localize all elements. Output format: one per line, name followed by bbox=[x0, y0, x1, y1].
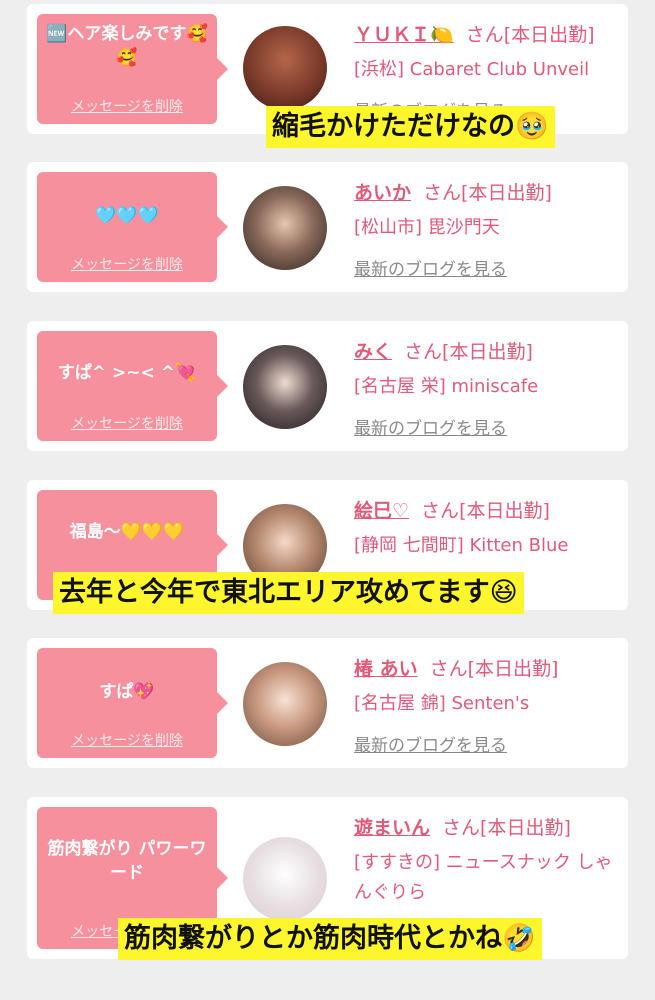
honorific-label: さん bbox=[429, 658, 468, 680]
delete-message-link[interactable]: メッセージを削除 bbox=[37, 254, 217, 274]
avatar[interactable] bbox=[243, 26, 327, 110]
caption-overlay: 去年と今年で東北エリア攻めてます😆 bbox=[53, 572, 524, 614]
shop-label: [名古屋 栄] miniscafe bbox=[354, 376, 539, 397]
status-label: [本日出勤] bbox=[503, 24, 595, 46]
blog-link[interactable]: 最新のブログを見る bbox=[354, 731, 620, 756]
avatar[interactable] bbox=[243, 662, 327, 746]
list-item: 🩵🩵🩵 メッセージを削除 あいか さん[本日出勤] [松山市] 毘沙門天 最新のブ… bbox=[27, 162, 628, 292]
cast-name-link[interactable]: ＹＵＫＩ🍋 bbox=[354, 24, 454, 46]
cast-name-link[interactable]: あいか bbox=[354, 182, 411, 204]
list-item: すぱ^ >~< ^💘 メッセージを削除 みく さん[本日出勤] [名古屋 栄] m… bbox=[27, 321, 628, 451]
message-text: 筋肉繋がり パワーワード bbox=[47, 839, 207, 883]
status-label: [本日出勤] bbox=[442, 341, 533, 363]
list-item: すぱ💖 メッセージを削除 椿 あい さん[本日出勤] [名古屋 錦] Senten… bbox=[27, 638, 628, 768]
status-label: [本日出勤] bbox=[467, 658, 559, 680]
message-bubble: 🆕ヘア楽しみです🥰🥰 メッセージを削除 bbox=[37, 14, 228, 124]
shop-label: [名古屋 錦] Senten's bbox=[354, 693, 530, 714]
shop-label: [すすきの] ニュースナック しゃんぐりら bbox=[354, 852, 613, 903]
delete-message-link[interactable]: メッセージを削除 bbox=[37, 730, 217, 750]
honorific-label: さん bbox=[465, 24, 504, 46]
status-label: [本日出勤] bbox=[480, 817, 571, 839]
avatar[interactable] bbox=[243, 837, 327, 921]
honorific-label: さん bbox=[421, 500, 460, 522]
shop-label: [松山市] 毘沙門天 bbox=[354, 217, 500, 238]
caption-overlay: 縮毛かけただけなの🥹 bbox=[266, 106, 555, 148]
caption-overlay: 筋肉繋がりとか筋肉時代とかね🤣 bbox=[118, 918, 542, 960]
message-text: 🆕ヘア楽しみです🥰🥰 bbox=[46, 24, 208, 68]
status-label: [本日出勤] bbox=[461, 182, 552, 204]
delete-message-link[interactable]: メッセージを削除 bbox=[37, 96, 217, 116]
shop-label: [静岡 七間町] Kitten Blue bbox=[354, 535, 569, 556]
message-bubble: 🩵🩵🩵 メッセージを削除 bbox=[37, 172, 228, 282]
message-text: すぱ^ >~< ^💘 bbox=[57, 363, 197, 383]
delete-message-link[interactable]: メッセージを削除 bbox=[37, 413, 217, 433]
blog-link[interactable]: 最新のブログを見る bbox=[354, 414, 620, 439]
status-label: [本日出勤] bbox=[459, 500, 550, 522]
message-text: 福島〜💛💛💛 bbox=[69, 522, 185, 542]
honorific-label: さん bbox=[442, 817, 481, 839]
message-text: 🩵🩵🩵 bbox=[95, 206, 159, 226]
blog-link[interactable]: 最新のブログを見る bbox=[354, 255, 620, 280]
message-bubble: すぱ^ >~< ^💘 メッセージを削除 bbox=[37, 331, 228, 441]
cast-name-link[interactable]: 遊まいん bbox=[354, 817, 430, 839]
message-bubble: すぱ💖 メッセージを削除 bbox=[37, 648, 228, 758]
avatar[interactable] bbox=[243, 345, 327, 429]
avatar[interactable] bbox=[243, 186, 327, 270]
honorific-label: さん bbox=[423, 182, 462, 204]
cast-name-link[interactable]: 椿 あい bbox=[354, 658, 418, 680]
cast-name-link[interactable]: 絵巳♡ bbox=[354, 500, 409, 522]
shop-label: [浜松] Cabaret Club Unveil bbox=[354, 59, 590, 80]
message-text: すぱ💖 bbox=[99, 682, 155, 702]
honorific-label: さん bbox=[404, 341, 443, 363]
cast-name-link[interactable]: みく bbox=[354, 341, 392, 363]
